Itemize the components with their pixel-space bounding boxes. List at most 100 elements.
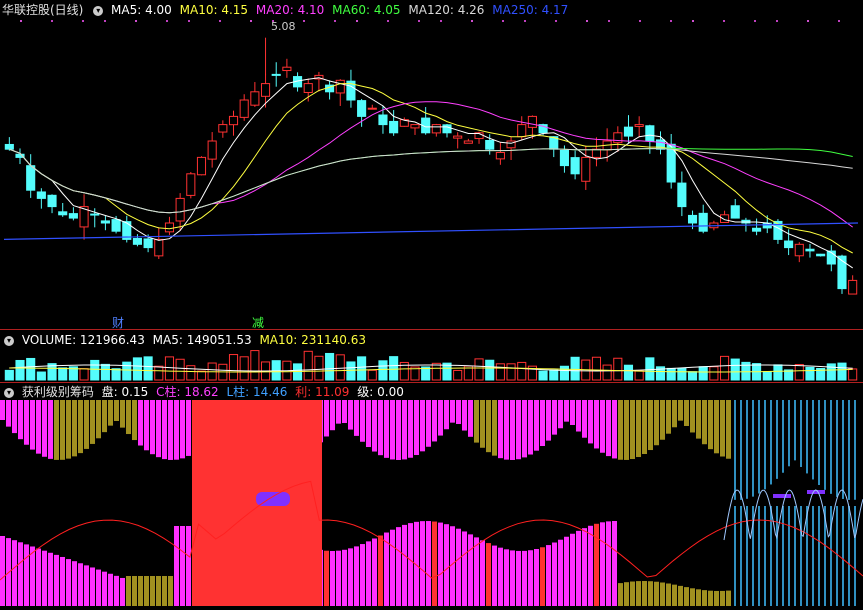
indicator-top-bar [666, 400, 671, 434]
indicator-bottom-bar [848, 506, 850, 606]
indicator-bottom-bar [702, 590, 707, 606]
indicator-bottom-bar [612, 521, 617, 606]
signal-dot [356, 20, 358, 22]
indicator-top-bar [696, 400, 701, 439]
indicator-bottom-bar [678, 585, 683, 606]
indicator-top-bar [498, 400, 503, 459]
candle-body [357, 100, 367, 117]
indicator-top-bar [848, 400, 850, 500]
indicator-top-bar [18, 400, 23, 440]
indicator-top-bar [770, 400, 772, 485]
indicator-bottom-bar [654, 581, 659, 606]
indicator-top-bar [684, 400, 689, 426]
indicator-bottom-bar [480, 540, 485, 606]
candle-body [36, 191, 46, 199]
indicator-top-bar [24, 400, 29, 445]
indicator-top-bar [594, 400, 599, 449]
indicator-top-bar [824, 400, 826, 490]
indicator-top-bar [522, 400, 527, 458]
indicator-top-bar [830, 400, 832, 494]
candle-body [752, 227, 762, 232]
indicator-title[interactable]: 获利级别筹码 [22, 385, 94, 399]
indicator-panel [0, 400, 863, 606]
indicator-bottom-bar [0, 536, 5, 606]
settings-circle-icon[interactable]: ▾ [93, 5, 104, 16]
signal-dot [250, 20, 252, 22]
indicator-top-bar [636, 400, 641, 458]
indicator-bottom-bar [144, 576, 149, 606]
volume-bar [762, 371, 772, 381]
indicator-top-bar [186, 400, 191, 456]
indicator-bottom-bar [504, 549, 509, 606]
stock-title[interactable]: 华联控股(日线) [2, 3, 83, 17]
indicator-top-bar [372, 400, 377, 452]
volume-bar [645, 357, 655, 381]
indicator-bottom-bar [18, 542, 23, 606]
candle-body [495, 151, 505, 160]
volume-bar [495, 363, 505, 381]
indicator-bottom-bar [432, 521, 437, 606]
indicator-top-bar [672, 400, 677, 428]
candle-body [282, 66, 292, 72]
candle-body [260, 83, 271, 97]
volume-label: VOLUME: 121966.43 [21, 333, 145, 347]
indicator-top-bar [782, 400, 784, 473]
indicator-top-bar [758, 400, 760, 494]
candle-body [805, 248, 815, 252]
indicator-settings-icon[interactable]: ▾ [4, 387, 14, 398]
indicator-bottom-bar [174, 526, 179, 606]
volume-bar [730, 358, 740, 381]
indicator-bottom-bar [552, 542, 557, 606]
indicator-bottom-bar [570, 533, 575, 606]
indicator-bottom-bar [12, 540, 17, 606]
indicator-top-bar [702, 400, 707, 445]
volume-bar [26, 357, 36, 381]
ma10-line [9, 83, 853, 254]
candle-body [623, 126, 634, 137]
volume-settings-icon[interactable]: ▾ [4, 335, 14, 346]
indicator-top-bar [600, 400, 605, 453]
candle-body [645, 125, 655, 142]
indicator-bottom-bar [468, 534, 473, 606]
indicator-bottom-bar [360, 544, 365, 606]
indicator-top-bar [854, 400, 856, 500]
indicator-top-bar [354, 400, 359, 436]
indicator-top-bar [648, 400, 653, 451]
signal-dot [555, 20, 557, 22]
indicator-bottom-bar [402, 524, 407, 606]
indicator-top-bar [776, 400, 778, 479]
indicator-top-bar [480, 400, 485, 448]
indicator-bottom-bar [336, 550, 341, 606]
volume-bar [90, 359, 100, 381]
indicator-bottom-bar [420, 521, 425, 606]
indicator-top-bar [408, 400, 413, 458]
indicator-top-bar [456, 400, 461, 425]
indicator-top-bar [390, 400, 395, 460]
candle-body [271, 73, 281, 76]
candle-body [164, 222, 175, 233]
indicator-top-bar [540, 400, 545, 447]
indicator-top-bar [654, 400, 659, 446]
volume-bar [709, 366, 719, 381]
signal-dot [418, 20, 420, 22]
indicator-top-bar [48, 400, 53, 459]
indicator-top-bar [486, 400, 491, 453]
indicator-bottom-bar [534, 549, 539, 606]
candle-body [26, 165, 36, 191]
volume-ma10-label: MA10: 231140.63 [259, 333, 367, 347]
chart-canvas[interactable] [0, 0, 863, 610]
candle-body [463, 140, 473, 144]
indicator-bottom-bar [48, 552, 53, 606]
indicator-bottom-bar [354, 546, 359, 606]
signal-dot [754, 20, 756, 22]
volume-bar [517, 361, 527, 381]
indicator-bottom-bar [794, 506, 796, 606]
indicator-bottom-bar [648, 581, 653, 606]
candle-body [591, 148, 602, 158]
volume-header: ▾ VOLUME: 121966.43 MA5: 149051.53 MA10:… [2, 332, 370, 348]
ma20-label: MA20: 4.10 [255, 3, 325, 17]
ma5-label: MA5: 4.00 [111, 3, 172, 17]
signal-dot [387, 20, 389, 22]
indicator-bottom-bar [462, 531, 467, 606]
volume-bar [591, 356, 602, 381]
